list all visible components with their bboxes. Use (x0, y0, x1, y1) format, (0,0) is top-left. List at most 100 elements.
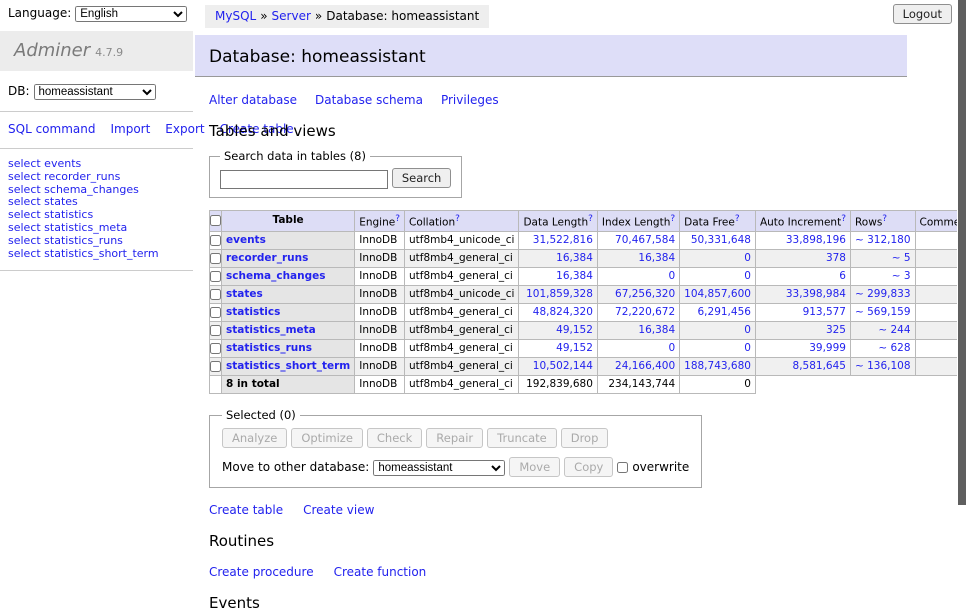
auto-increment-link[interactable]: 33,898,196 (786, 234, 846, 246)
row-checkbox-events[interactable] (210, 235, 221, 246)
create-table-link[interactable]: Create table (209, 503, 283, 517)
row-checkbox-statistics[interactable] (210, 307, 221, 318)
select-all-checkbox[interactable] (210, 215, 221, 226)
data-free-link[interactable]: 0 (744, 252, 751, 264)
table-link-statistics-runs[interactable]: statistics_runs (226, 342, 312, 354)
rows-count-link[interactable]: ~ 569,159 (855, 306, 911, 318)
sidebar: Language:English Adminer4.7.9 DB:homeass… (0, 0, 193, 543)
index-length-link[interactable]: 0 (668, 342, 675, 354)
hint-sup: ? (841, 214, 846, 224)
data-free-link[interactable]: 104,857,600 (684, 288, 751, 300)
rows-count-cell: ~ 312,180 (850, 232, 915, 250)
logout-button[interactable]: Logout (893, 4, 952, 24)
rows-count-link[interactable]: ~ 5 (892, 252, 911, 264)
data-free-link[interactable]: 50,331,648 (691, 234, 751, 246)
hint-link-rows[interactable]: ? (882, 214, 887, 224)
language-select[interactable]: English (75, 6, 187, 22)
data-free-link[interactable]: 0 (744, 324, 751, 336)
hint-link-data-length[interactable]: ? (588, 214, 593, 224)
auto-increment-link[interactable]: 913,577 (803, 306, 846, 318)
row-checkbox-statistics-runs[interactable] (210, 343, 221, 354)
index-length-link[interactable]: 67,256,320 (615, 288, 675, 300)
rows-count-link[interactable]: ~ 299,833 (855, 288, 911, 300)
data-length-link[interactable]: 101,859,328 (526, 288, 593, 300)
auto-increment-link[interactable]: 8,581,645 (793, 360, 846, 372)
sidebar-link-select-statistics-meta[interactable]: select statistics_meta (8, 222, 185, 235)
rows-count-link[interactable]: ~ 628 (878, 342, 910, 354)
row-checkbox-statistics-short-term[interactable] (210, 361, 221, 372)
create-view-link[interactable]: Create view (303, 503, 374, 517)
db-link-alter-database[interactable]: Alter database (209, 93, 297, 107)
index-length-link[interactable]: 24,166,400 (615, 360, 675, 372)
total-index-length-cell: 234,143,744 (597, 376, 679, 394)
table-link-statistics-meta[interactable]: statistics_meta (226, 324, 316, 336)
data-free-link[interactable]: 6,291,456 (698, 306, 751, 318)
hint-link-engine[interactable]: ? (395, 214, 400, 224)
create-procedure-link[interactable]: Create procedure (209, 565, 314, 579)
auto-increment-link[interactable]: 39,999 (809, 342, 846, 354)
data-length-link[interactable]: 49,152 (556, 324, 593, 336)
data-free-link[interactable]: 0 (744, 342, 751, 354)
hint-link-data-free[interactable]: ? (735, 214, 740, 224)
collation-cell: utf8mb4_general_ci (405, 322, 519, 340)
sidebar-link-select-statistics-short-term[interactable]: select statistics_short_term (8, 248, 185, 261)
sidebar-link-select-events[interactable]: select events (8, 158, 185, 171)
auto-increment-link[interactable]: 378 (826, 252, 846, 264)
analyze-button: Analyze (222, 428, 287, 448)
search-button[interactable]: Search (392, 168, 452, 188)
table-link-states[interactable]: states (226, 288, 263, 300)
data-length-link[interactable]: 16,384 (556, 252, 593, 264)
data-free-link[interactable]: 0 (744, 270, 751, 282)
total-collation-cell: utf8mb4_general_ci (405, 376, 519, 394)
data-length-link[interactable]: 49,152 (556, 342, 593, 354)
overwrite-checkbox[interactable] (617, 462, 628, 473)
rows-count-link[interactable]: ~ 3 (892, 270, 911, 282)
scrollbar-thumb[interactable] (958, 0, 966, 505)
row-checkbox-recorder-runs[interactable] (210, 253, 221, 264)
rows-count-link[interactable]: ~ 244 (878, 324, 910, 336)
rows-count-link[interactable]: ~ 136,108 (855, 360, 911, 372)
db-link-database-schema[interactable]: Database schema (315, 93, 423, 107)
auto-increment-link[interactable]: 33,398,984 (786, 288, 846, 300)
index-length-link[interactable]: 0 (668, 270, 675, 282)
data-length-link[interactable]: 10,502,144 (533, 360, 593, 372)
total-engine-cell: InnoDB (355, 376, 405, 394)
row-checkbox-schema-changes[interactable] (210, 271, 221, 282)
sidebar-action-sql-command[interactable]: SQL command (8, 122, 95, 136)
db-link-privileges[interactable]: Privileges (441, 93, 499, 107)
data-length-link[interactable]: 48,824,320 (533, 306, 593, 318)
auto-increment-link[interactable]: 325 (826, 324, 846, 336)
data-length-link[interactable]: 31,522,816 (533, 234, 593, 246)
index-length-link[interactable]: 70,467,584 (615, 234, 675, 246)
move-db-select[interactable]: homeassistant (373, 460, 505, 476)
index-length-link[interactable]: 16,384 (638, 252, 675, 264)
table-link-recorder-runs[interactable]: recorder_runs (226, 252, 308, 264)
create-function-link[interactable]: Create function (334, 565, 427, 579)
rows-count-link[interactable]: ~ 312,180 (855, 234, 911, 246)
data-length-link[interactable]: 16,384 (556, 270, 593, 282)
sidebar-action-import[interactable]: Import (110, 122, 150, 136)
search-input[interactable] (220, 170, 388, 189)
breadcrumb-mysql-link[interactable]: MySQL (215, 9, 256, 23)
sidebar-link-select-recorder-runs[interactable]: select recorder_runs (8, 171, 185, 184)
table-link-schema-changes[interactable]: schema_changes (226, 270, 326, 282)
row-checkbox-states[interactable] (210, 289, 221, 300)
table-link-events[interactable]: events (226, 234, 266, 246)
hint-link-index-length[interactable]: ? (670, 214, 675, 224)
auto-increment-link[interactable]: 6 (839, 270, 846, 282)
hint-link-auto-increment[interactable]: ? (841, 214, 846, 224)
auto-increment-cell: 6 (755, 268, 850, 286)
data-free-link[interactable]: 188,743,680 (684, 360, 751, 372)
index-length-link[interactable]: 72,220,672 (615, 306, 675, 318)
breadcrumb-server-link[interactable]: Server (272, 9, 311, 23)
sidebar-table-links: select eventsselect recorder_runsselect … (8, 158, 185, 260)
vertical-scrollbar[interactable] (957, 0, 966, 543)
row-checkbox-statistics-meta[interactable] (210, 325, 221, 336)
table-link-statistics[interactable]: statistics (226, 306, 280, 318)
index-length-cell: 72,220,672 (597, 304, 679, 322)
sidebar-link-select-statistics-runs[interactable]: select statistics_runs (8, 235, 185, 248)
db-select[interactable]: homeassistant (34, 84, 156, 100)
table-link-statistics-short-term[interactable]: statistics_short_term (226, 360, 350, 372)
index-length-link[interactable]: 16,384 (638, 324, 675, 336)
hint-link-collation[interactable]: ? (455, 214, 460, 224)
